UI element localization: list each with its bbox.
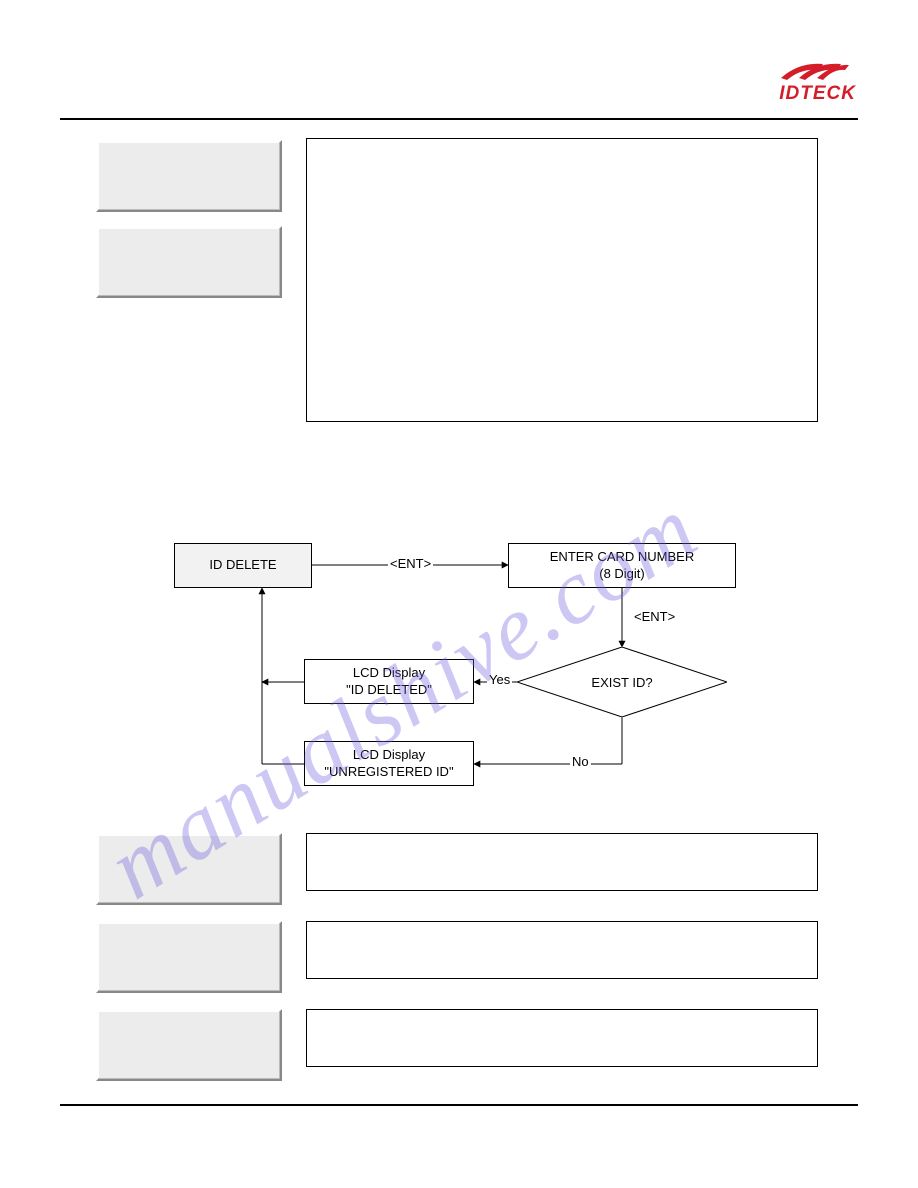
flow-ent2-label: <ENT>	[632, 609, 677, 624]
flow-enter-card-l2: (8 Digit)	[599, 566, 645, 583]
flow-no-label: No	[570, 754, 591, 769]
flow-id-delete: ID DELETE	[174, 543, 312, 588]
flow-enter-card-l1: ENTER CARD NUMBER	[550, 549, 694, 566]
panel-row3-right	[306, 1009, 818, 1067]
panel-row2-right	[306, 921, 818, 979]
flow-enter-card: ENTER CARD NUMBER (8 Digit)	[508, 543, 736, 588]
flow-exist-id-label: EXIST ID?	[517, 647, 727, 717]
flow-lcd-deleted-l1: LCD Display	[353, 665, 425, 682]
flow-exist-id-diamond: EXIST ID?	[517, 647, 727, 717]
flow-yes-label: Yes	[487, 672, 512, 687]
logo-swoosh-icon	[779, 58, 856, 82]
panel-row1-left	[96, 833, 282, 905]
flow-lcd-deleted-l2: "ID DELETED"	[346, 682, 432, 699]
large-info-box	[306, 138, 818, 422]
flow-ent1-label: <ENT>	[388, 556, 433, 571]
panel-row3-left	[96, 1009, 282, 1081]
panel-top-1	[96, 140, 282, 212]
flow-id-delete-label: ID DELETE	[209, 557, 276, 574]
panel-row2-left	[96, 921, 282, 993]
panel-top-2	[96, 226, 282, 298]
brand-logo: IDTECK	[779, 58, 856, 103]
footer-rule	[60, 1104, 858, 1106]
header-rule	[60, 118, 858, 120]
flow-lcd-unreg-l1: LCD Display	[353, 747, 425, 764]
flow-lcd-unreg: LCD Display "UNREGISTERED ID"	[304, 741, 474, 786]
flow-lcd-unreg-l2: "UNREGISTERED ID"	[324, 764, 453, 781]
logo-text: IDTECK	[779, 84, 856, 103]
flow-lcd-deleted: LCD Display "ID DELETED"	[304, 659, 474, 704]
panel-row1-right	[306, 833, 818, 891]
